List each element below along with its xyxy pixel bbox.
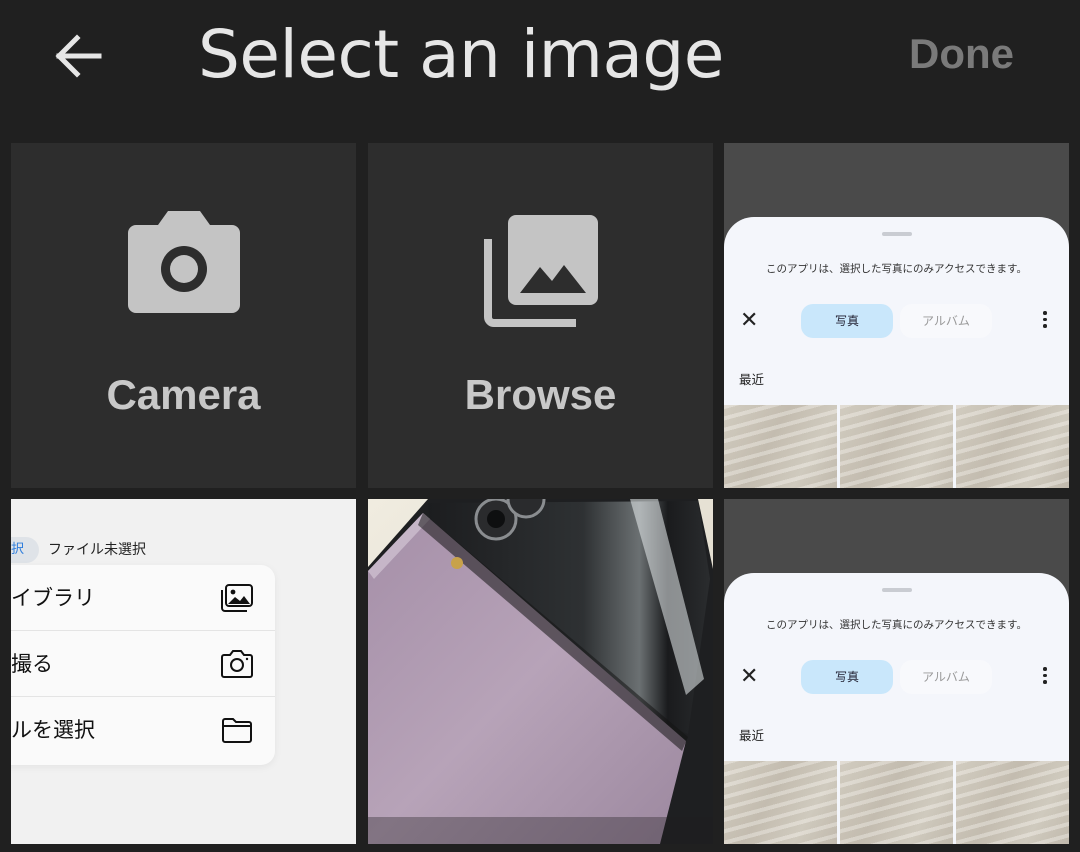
- wood-photo: [840, 405, 953, 488]
- access-message: このアプリは、選択した写真にのみアクセスできます。: [766, 619, 1027, 631]
- tab-albums: アルバム: [900, 660, 992, 694]
- menu-item-take-photo: 撮る: [11, 631, 275, 697]
- source-menu: イブラリ 撮る ルを選択: [11, 565, 275, 765]
- camera-icon: [221, 650, 253, 678]
- phone-photo: [368, 499, 713, 844]
- camera-tile[interactable]: Camera: [11, 143, 356, 488]
- recent-label: 最近: [739, 372, 765, 387]
- top-app-bar: Select an image Done: [0, 0, 1080, 142]
- file-input-row: 択 ファイル未選択: [11, 537, 356, 563]
- page-title: Select an image: [198, 16, 724, 93]
- close-icon: ✕: [740, 664, 759, 689]
- menu-item-label: ルを選択: [11, 718, 95, 742]
- image-thumbnail-phone-photo[interactable]: [368, 499, 713, 844]
- photo-row: [724, 761, 1069, 844]
- browse-tile[interactable]: Browse: [368, 143, 713, 488]
- drag-handle: [882, 588, 912, 592]
- photo-row: [724, 405, 1069, 488]
- more-vert-icon: [1043, 667, 1047, 687]
- menu-item-label: イブラリ: [11, 586, 95, 610]
- image-thumbnail-photo-picker-1[interactable]: このアプリは、選択した写真にのみアクセスできます。 ✕ 写真 アルバム 最近: [724, 143, 1069, 488]
- wood-photo: [724, 405, 837, 488]
- bottom-sheet: このアプリは、選択した写真にのみアクセスできます。 ✕ 写真 アルバム 最近: [724, 217, 1069, 488]
- folder-icon: [222, 718, 252, 743]
- wood-photo: [956, 405, 1069, 488]
- photo-library-icon: [483, 215, 598, 327]
- photo-library-icon: [221, 584, 253, 612]
- menu-item-library: イブラリ: [11, 565, 275, 631]
- wood-photo: [724, 761, 837, 844]
- no-file-label: ファイル未選択: [48, 542, 146, 558]
- recent-label: 最近: [739, 728, 765, 743]
- image-thumbnail-file-menu[interactable]: 択 ファイル未選択 イブラリ 撮る ルを選択: [11, 499, 356, 844]
- bottom-sheet: このアプリは、選択した写真にのみアクセスできます。 ✕ 写真 アルバム 最近: [724, 573, 1069, 844]
- close-icon: ✕: [740, 308, 759, 333]
- camera-label: Camera: [106, 371, 261, 418]
- choose-file-chip: 択: [11, 537, 39, 563]
- access-message: このアプリは、選択した写真にのみアクセスできます。: [766, 263, 1027, 275]
- menu-item-label: 撮る: [11, 652, 53, 676]
- more-vert-icon: [1043, 311, 1047, 331]
- back-button[interactable]: [38, 20, 118, 92]
- wood-photo: [840, 761, 953, 844]
- browse-label: Browse: [464, 371, 617, 418]
- wood-photo: [956, 761, 1069, 844]
- drag-handle: [882, 232, 912, 236]
- tab-albums: アルバム: [900, 304, 992, 338]
- camera-icon: [127, 211, 240, 313]
- menu-item-choose-file: ルを選択: [11, 697, 275, 763]
- done-button[interactable]: Done: [909, 28, 1014, 80]
- tab-photos: 写真: [801, 304, 893, 338]
- arrow-left-icon: [55, 34, 102, 78]
- image-thumbnail-photo-picker-2[interactable]: このアプリは、選択した写真にのみアクセスできます。 ✕ 写真 アルバム 最近: [724, 499, 1069, 844]
- tab-photos: 写真: [801, 660, 893, 694]
